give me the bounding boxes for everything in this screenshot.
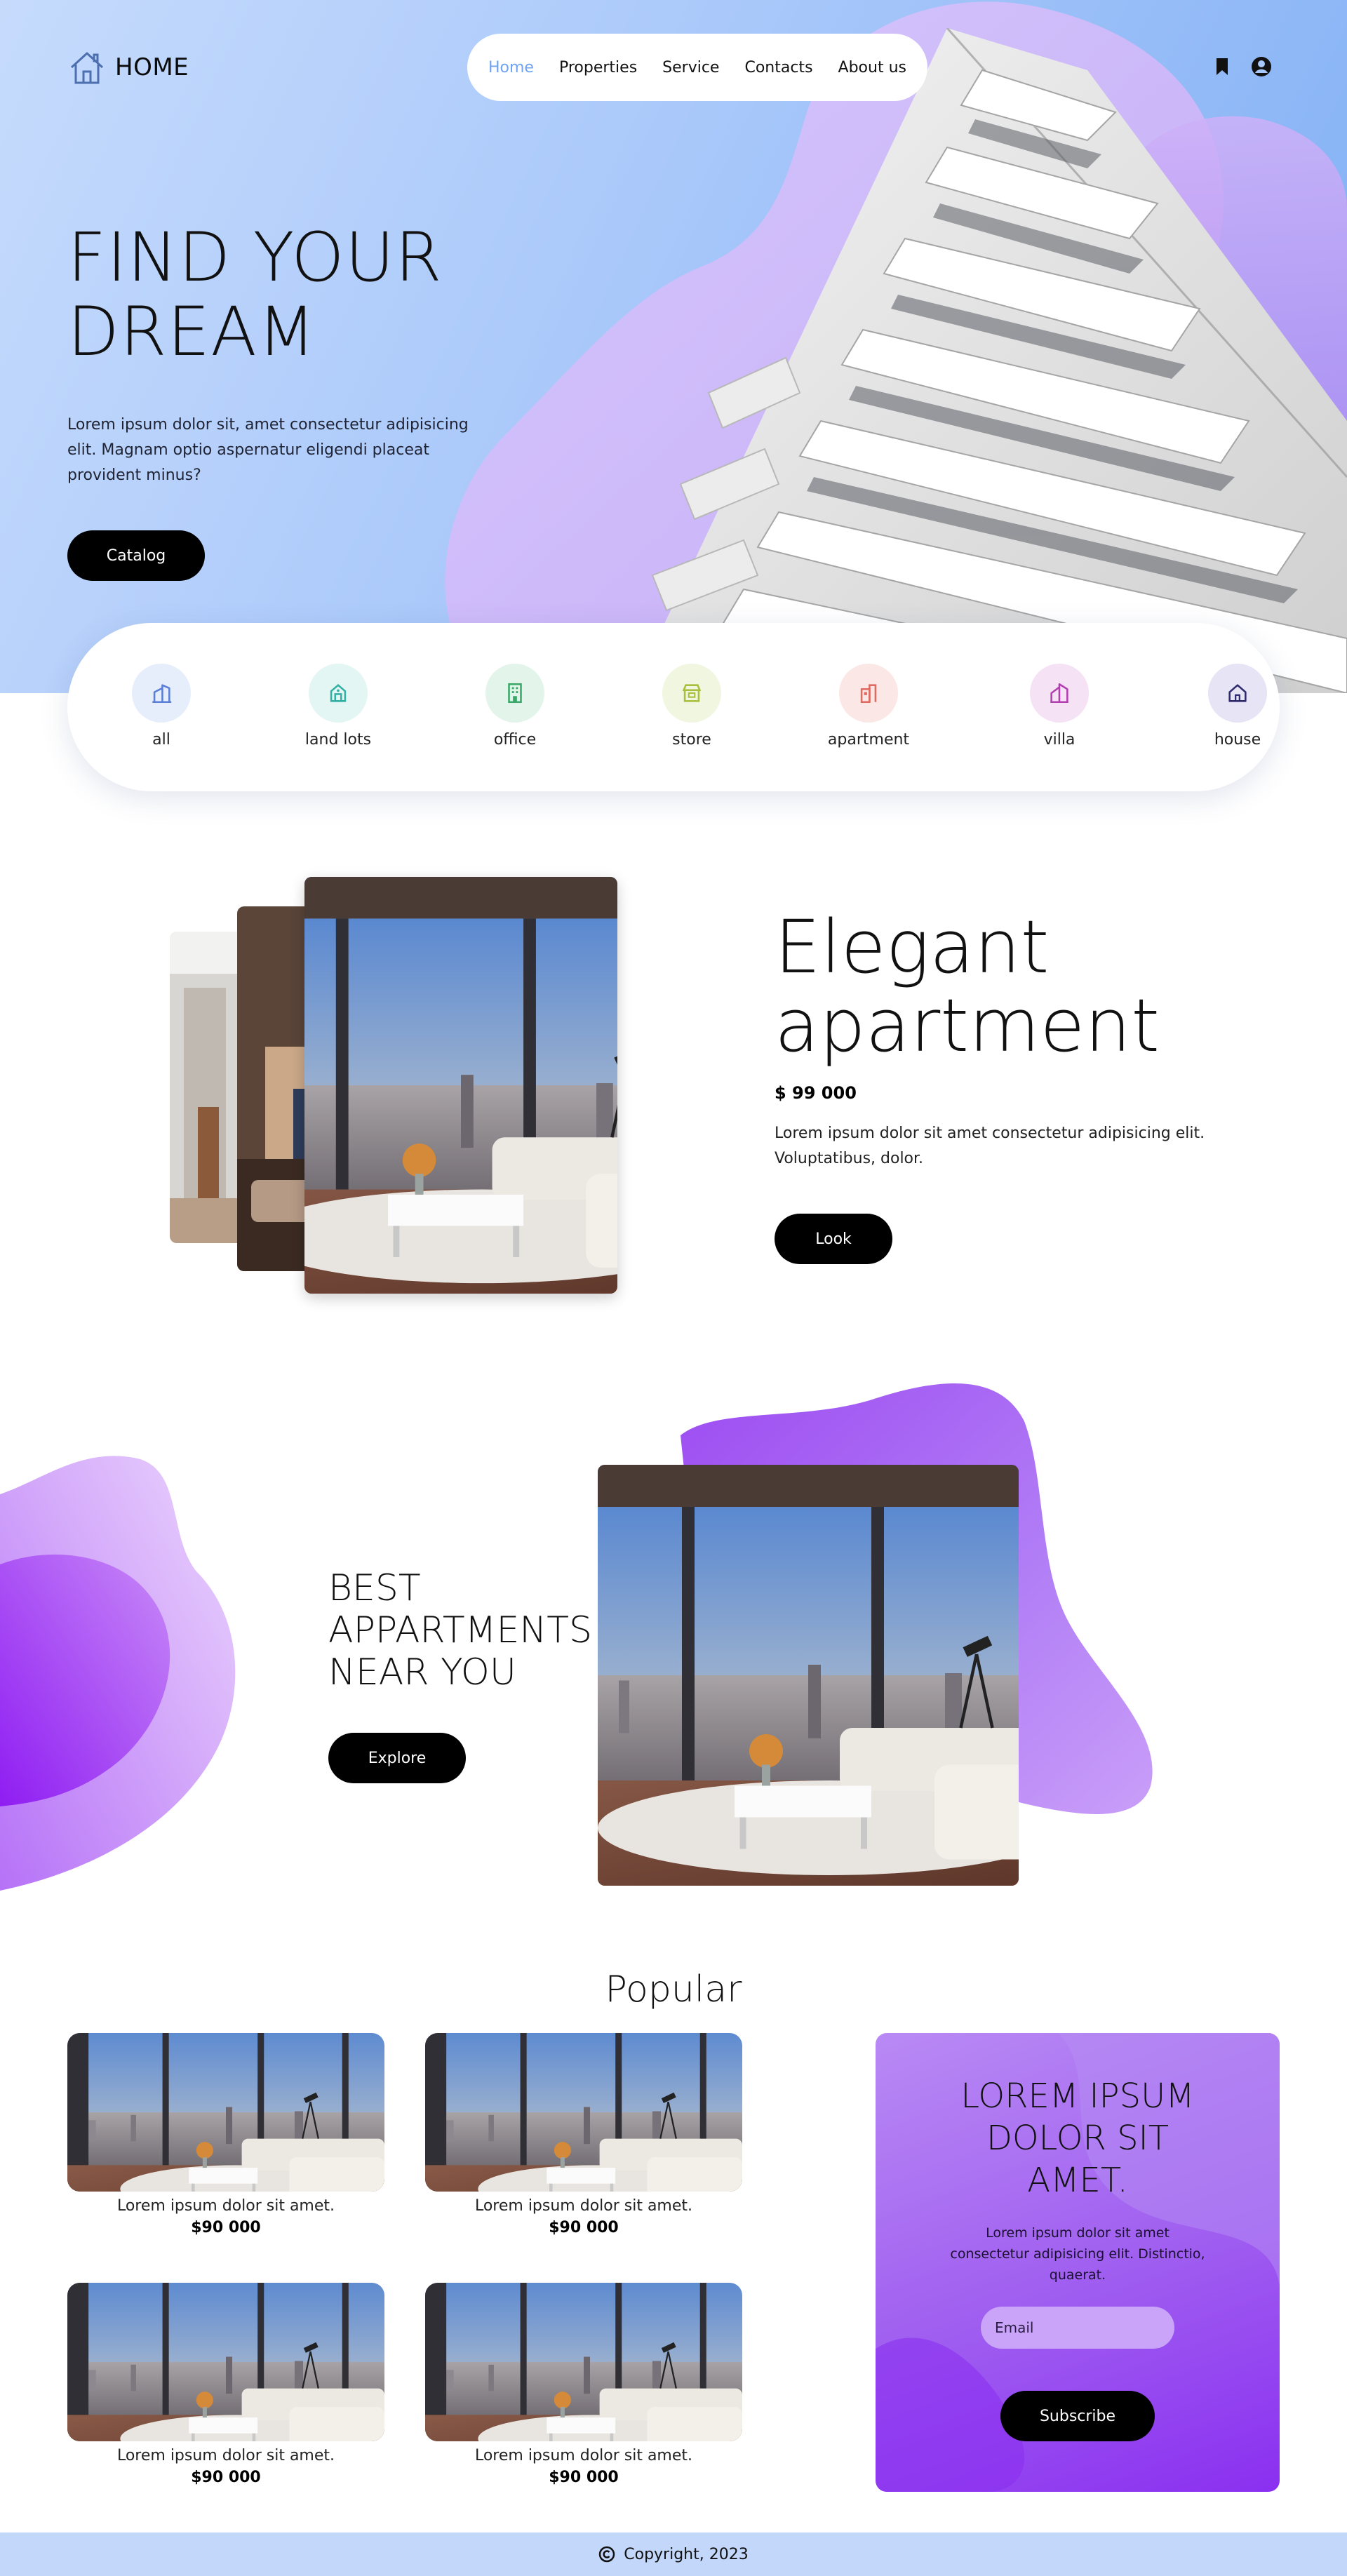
left-purple-blob bbox=[0, 1456, 236, 1891]
featured-main-image[interactable] bbox=[304, 877, 617, 1294]
featured-title-line1: Elegant bbox=[775, 904, 1050, 990]
popular-title: Popular bbox=[605, 1968, 742, 2011]
popular-card[interactable]: Lorem ipsum dolor sit amet. $90 000 bbox=[67, 2033, 384, 2236]
catalog-button[interactable]: Catalog bbox=[67, 530, 205, 581]
building-icon bbox=[132, 664, 191, 723]
copyright-icon bbox=[599, 2546, 615, 2563]
category-label: office bbox=[493, 731, 537, 749]
subscribe-title-line2: DOLOR SIT bbox=[986, 2119, 1170, 2158]
copyright-text: Copyright, 2023 bbox=[624, 2545, 749, 2563]
subscribe-title-line3: AMET. bbox=[1027, 2161, 1128, 2200]
footer: Copyright, 2023 bbox=[0, 2533, 1347, 2576]
house-icon bbox=[1208, 664, 1267, 723]
featured-title-line2: apartment bbox=[775, 983, 1160, 1068]
apartment-icon bbox=[839, 664, 898, 723]
logo-text: HOME bbox=[115, 53, 189, 81]
category-store[interactable]: store bbox=[636, 664, 748, 749]
hero-title-line2: DREAM bbox=[67, 293, 316, 371]
best-title: BEST APPARTMENTS NEAR YOU bbox=[328, 1567, 592, 1693]
category-label: store bbox=[672, 731, 711, 749]
look-button[interactable]: Look bbox=[775, 1214, 892, 1264]
category-label: all bbox=[152, 731, 170, 749]
category-office[interactable]: office bbox=[459, 664, 571, 749]
popular-card[interactable]: Lorem ipsum dolor sit amet. $90 000 bbox=[67, 2283, 384, 2486]
nav-service[interactable]: Service bbox=[662, 59, 719, 76]
popular-card-caption: Lorem ipsum dolor sit amet. bbox=[474, 2447, 693, 2464]
featured-title: Elegant apartment bbox=[775, 908, 1160, 1065]
category-house[interactable]: house bbox=[1181, 664, 1294, 749]
popular-card-caption: Lorem ipsum dolor sit amet. bbox=[116, 2197, 335, 2215]
hero-section: HOME Home Properties Service Contacts Ab… bbox=[0, 0, 1347, 693]
header-actions bbox=[1211, 55, 1273, 79]
category-bar: all land lots office store apartment villa hou… bbox=[67, 623, 1280, 791]
category-all[interactable]: all bbox=[105, 664, 217, 749]
subscribe-title-line1: LOREM IPSUM bbox=[960, 2077, 1195, 2116]
popular-card[interactable]: Lorem ipsum dolor sit amet. $90 000 bbox=[425, 2283, 742, 2486]
user-account-icon[interactable] bbox=[1250, 55, 1273, 79]
category-label: land lots bbox=[304, 731, 372, 749]
land-icon bbox=[309, 664, 368, 723]
category-villa[interactable]: villa bbox=[1003, 664, 1115, 749]
popular-card-price: $90 000 bbox=[549, 2469, 619, 2486]
store-icon bbox=[662, 664, 721, 723]
best-apartment-image[interactable] bbox=[598, 1465, 1019, 1886]
popular-card[interactable]: Lorem ipsum dolor sit amet. $90 000 bbox=[425, 2033, 742, 2236]
villa-icon bbox=[1030, 664, 1089, 723]
nav-properties[interactable]: Properties bbox=[559, 59, 637, 76]
logo[interactable]: HOME bbox=[67, 48, 189, 87]
popular-card-image bbox=[425, 2033, 742, 2192]
category-label: apartment bbox=[827, 731, 910, 749]
popular-card-caption: Lorem ipsum dolor sit amet. bbox=[474, 2197, 693, 2215]
popular-card-price: $90 000 bbox=[549, 2219, 619, 2236]
nav-home[interactable]: Home bbox=[488, 59, 534, 76]
popular-card-price: $90 000 bbox=[191, 2469, 261, 2486]
best-title-line1: BEST bbox=[328, 1567, 421, 1609]
popular-card-caption: Lorem ipsum dolor sit amet. bbox=[116, 2447, 335, 2464]
house-logo-icon bbox=[70, 52, 104, 84]
popular-card-image bbox=[67, 2033, 384, 2192]
subscribe-button[interactable]: Subscribe bbox=[1000, 2391, 1155, 2441]
bookmark-icon[interactable] bbox=[1211, 55, 1233, 79]
hero-title: FIND YOUR DREAM bbox=[67, 220, 443, 369]
category-label: villa bbox=[1043, 731, 1075, 749]
office-icon bbox=[485, 664, 544, 723]
email-field[interactable] bbox=[981, 2307, 1174, 2349]
best-title-line3: NEAR YOU bbox=[328, 1651, 516, 1693]
featured-price: $ 99 000 bbox=[775, 1083, 857, 1103]
nav-contacts[interactable]: Contacts bbox=[744, 59, 812, 76]
popular-card-image bbox=[67, 2283, 384, 2441]
best-title-line2: APPARTMENTS bbox=[328, 1609, 593, 1651]
popular-card-image bbox=[425, 2283, 742, 2441]
popular-card-price: $90 000 bbox=[191, 2219, 261, 2236]
hero-building-image bbox=[631, 28, 1347, 693]
explore-button[interactable]: Explore bbox=[328, 1733, 466, 1783]
main-nav: Home Properties Service Contacts About u… bbox=[467, 34, 927, 101]
subscribe-title: LOREM IPSUM DOLOR SIT AMET. bbox=[876, 2075, 1280, 2201]
category-land-lots[interactable]: land lots bbox=[282, 664, 394, 749]
category-apartment[interactable]: apartment bbox=[812, 664, 925, 749]
hero-title-line1: FIND YOUR bbox=[67, 218, 443, 297]
subscribe-description: Lorem ipsum dolor sit amet consectetur a… bbox=[950, 2225, 1205, 2283]
category-label: house bbox=[1214, 731, 1261, 749]
nav-about-us[interactable]: About us bbox=[838, 59, 906, 76]
subscribe-card: LOREM IPSUM DOLOR SIT AMET. Lorem ipsum … bbox=[876, 2033, 1280, 2492]
featured-description: Lorem ipsum dolor sit amet consectetur a… bbox=[775, 1125, 1205, 1167]
hero-description: Lorem ipsum dolor sit, amet consectetur … bbox=[67, 416, 469, 484]
